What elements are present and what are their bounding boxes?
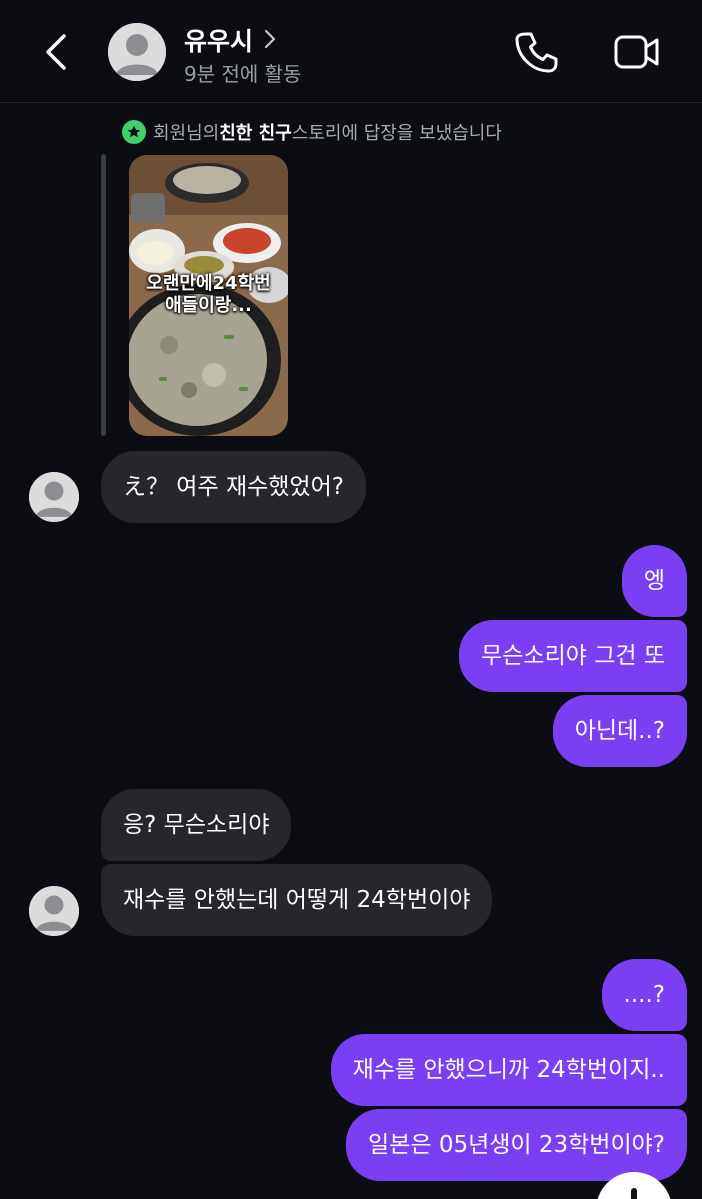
close-friends-label: 친한 친구 [219,123,292,144]
close-friends-star-icon [122,120,146,144]
message-bubble-incoming[interactable]: 재수를 안했는데 어떻게 24학번이야 [101,864,493,936]
sender-avatar[interactable] [29,886,79,936]
contact-avatar[interactable] [108,23,166,81]
chat-header: 유우시 9분 전에 활동 [0,0,702,103]
video-call-button[interactable] [612,30,662,74]
message-bubble-incoming[interactable]: え？ 여주 재수했었어? [101,451,366,523]
chevron-left-icon [46,34,66,70]
story-reply-note: 회원님의 친한 친구 스토리에 답장을 보냈습니다 [122,119,502,145]
story-note-suffix: 스토리에 답장을 보냈습니다 [291,123,502,144]
message-bubble-outgoing[interactable]: 재수를 안했으니까 24학번이지.. [330,1034,687,1106]
video-camera-icon [614,35,659,69]
story-caption-line2: 애들이랑... [165,295,252,316]
message-bubble-outgoing[interactable]: ....? [601,959,687,1031]
message-bubble-outgoing[interactable]: 일본은 05년생이 23학번이야? [346,1109,687,1181]
message-bubble-outgoing[interactable]: 무슨소리야 그건 또 [459,620,687,692]
message-bubble-outgoing[interactable]: 엥 [621,545,687,617]
story-note-prefix: 회원님의 [153,123,220,144]
voice-call-button[interactable] [512,28,560,76]
contact-name[interactable]: 유우시 [184,22,253,58]
dm-conversation-screen: 유우시 9분 전에 활동 회원님의 친한 친구 스토리에 답장을 보냈습니다 오… [0,0,702,1199]
active-status: 9분 전에 활동 [184,62,302,86]
default-avatar-icon [29,472,79,522]
story-caption: 오랜만에24학번 애들이랑... [129,273,288,317]
story-thumbnail[interactable]: 오랜만에24학번 애들이랑... [129,155,288,436]
message-bubble-incoming[interactable]: 응? 무슨소리야 [101,789,292,861]
default-avatar-icon [108,23,166,81]
message-bubble-outgoing[interactable]: 아닌데..? [552,695,687,767]
default-avatar-icon [29,886,79,936]
sender-avatar[interactable] [29,472,79,522]
story-caption-line1: 오랜만에24학번 [146,273,271,294]
chevron-right-icon[interactable] [262,28,278,50]
back-button[interactable] [36,28,80,76]
phone-icon [515,32,558,73]
reply-quote-bar [101,154,106,436]
